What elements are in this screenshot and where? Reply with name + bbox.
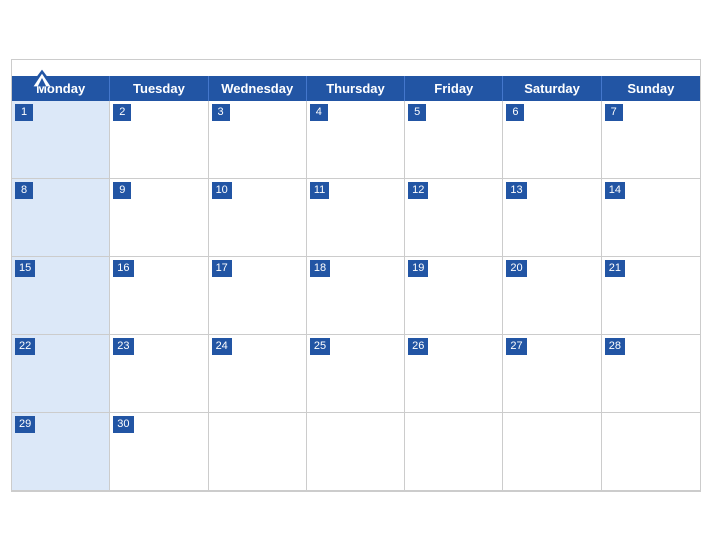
cal-cell: 11 bbox=[307, 179, 405, 257]
date-number: 13 bbox=[506, 182, 526, 199]
cal-cell: 28 bbox=[602, 335, 700, 413]
date-number: 24 bbox=[212, 338, 232, 355]
day-header-sunday: Sunday bbox=[602, 76, 700, 101]
cal-cell bbox=[503, 413, 601, 491]
cal-cell: 21 bbox=[602, 257, 700, 335]
cal-cell: 18 bbox=[307, 257, 405, 335]
logo-icon bbox=[28, 68, 56, 88]
date-number: 22 bbox=[15, 338, 35, 355]
cal-cell: 14 bbox=[602, 179, 700, 257]
calendar-header bbox=[12, 60, 700, 76]
date-number: 9 bbox=[113, 182, 131, 199]
cal-cell: 25 bbox=[307, 335, 405, 413]
cal-cell: 7 bbox=[602, 101, 700, 179]
date-number: 29 bbox=[15, 416, 35, 433]
date-number: 3 bbox=[212, 104, 230, 121]
calendar-grid: 1234567891011121314151617181920212223242… bbox=[12, 101, 700, 491]
date-number: 23 bbox=[113, 338, 133, 355]
date-number: 30 bbox=[113, 416, 133, 433]
day-header-saturday: Saturday bbox=[503, 76, 601, 101]
cal-cell: 4 bbox=[307, 101, 405, 179]
cal-cell: 9 bbox=[110, 179, 208, 257]
date-number: 5 bbox=[408, 104, 426, 121]
cal-cell: 26 bbox=[405, 335, 503, 413]
date-number: 18 bbox=[310, 260, 330, 277]
date-number: 17 bbox=[212, 260, 232, 277]
cal-cell: 6 bbox=[503, 101, 601, 179]
cal-cell: 10 bbox=[209, 179, 307, 257]
cal-cell bbox=[405, 413, 503, 491]
cal-cell: 23 bbox=[110, 335, 208, 413]
cal-cell: 17 bbox=[209, 257, 307, 335]
cal-cell bbox=[602, 413, 700, 491]
date-number: 21 bbox=[605, 260, 625, 277]
cal-cell: 12 bbox=[405, 179, 503, 257]
date-number: 7 bbox=[605, 104, 623, 121]
date-number: 12 bbox=[408, 182, 428, 199]
date-number: 1 bbox=[15, 104, 33, 121]
day-header-thursday: Thursday bbox=[307, 76, 405, 101]
date-number: 26 bbox=[408, 338, 428, 355]
date-number: 16 bbox=[113, 260, 133, 277]
cal-cell: 1 bbox=[12, 101, 110, 179]
date-number: 20 bbox=[506, 260, 526, 277]
cal-cell: 19 bbox=[405, 257, 503, 335]
date-number: 28 bbox=[605, 338, 625, 355]
date-number: 15 bbox=[15, 260, 35, 277]
day-header-monday: Monday bbox=[12, 76, 110, 101]
cal-cell: 30 bbox=[110, 413, 208, 491]
day-header-wednesday: Wednesday bbox=[209, 76, 307, 101]
cal-cell: 29 bbox=[12, 413, 110, 491]
cal-cell: 27 bbox=[503, 335, 601, 413]
cal-cell bbox=[209, 413, 307, 491]
cal-cell: 16 bbox=[110, 257, 208, 335]
cal-cell: 20 bbox=[503, 257, 601, 335]
date-number: 10 bbox=[212, 182, 232, 199]
cal-cell: 3 bbox=[209, 101, 307, 179]
cal-cell: 22 bbox=[12, 335, 110, 413]
cal-cell: 15 bbox=[12, 257, 110, 335]
cal-cell: 13 bbox=[503, 179, 601, 257]
date-number: 14 bbox=[605, 182, 625, 199]
date-number: 2 bbox=[113, 104, 131, 121]
cal-cell: 24 bbox=[209, 335, 307, 413]
date-number: 11 bbox=[310, 182, 329, 199]
date-number: 6 bbox=[506, 104, 524, 121]
date-number: 27 bbox=[506, 338, 526, 355]
day-header-tuesday: Tuesday bbox=[110, 76, 208, 101]
cal-cell: 8 bbox=[12, 179, 110, 257]
cal-cell: 2 bbox=[110, 101, 208, 179]
calendar: MondayTuesdayWednesdayThursdayFridaySatu… bbox=[11, 59, 701, 492]
day-headers: MondayTuesdayWednesdayThursdayFridaySatu… bbox=[12, 76, 700, 101]
date-number: 8 bbox=[15, 182, 33, 199]
date-number: 19 bbox=[408, 260, 428, 277]
cal-cell bbox=[307, 413, 405, 491]
logo bbox=[28, 68, 56, 89]
day-header-friday: Friday bbox=[405, 76, 503, 101]
date-number: 4 bbox=[310, 104, 328, 121]
cal-cell: 5 bbox=[405, 101, 503, 179]
date-number: 25 bbox=[310, 338, 330, 355]
